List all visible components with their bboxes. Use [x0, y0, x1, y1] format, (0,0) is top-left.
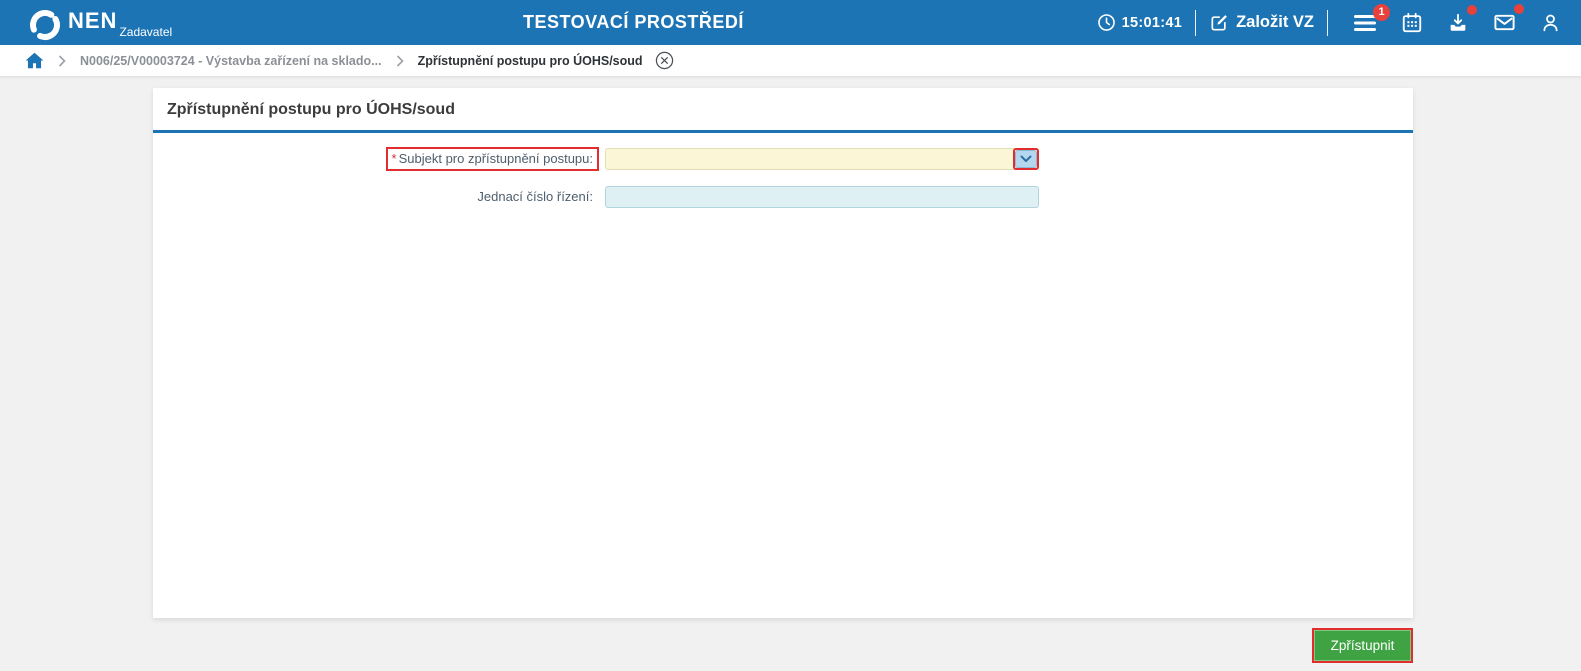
reference-number-label: Jednací číslo řízení: — [477, 189, 593, 204]
nen-logo[interactable]: NEN Zadavatel — [28, 4, 172, 42]
topbar-actions: 15:01:41 Založit VZ 1 — [1097, 0, 1581, 45]
required-asterisk: * — [391, 151, 397, 166]
divider — [1195, 9, 1197, 36]
breadcrumb-separator-icon — [58, 54, 66, 67]
subject-dropdown-button[interactable] — [1015, 150, 1037, 168]
top-bar: NEN Zadavatel TESTOVACÍ PROSTŘEDÍ 15:01:… — [0, 0, 1581, 45]
divider — [1327, 9, 1328, 36]
calendar-button[interactable] — [1401, 12, 1423, 34]
subject-field-label: Subjekt pro zpřístupnění postupu: — [398, 151, 593, 166]
brand-subtitle: Zadavatel — [119, 24, 173, 39]
edit-icon — [1211, 14, 1227, 30]
clock-display: 15:01:41 — [1097, 13, 1182, 32]
title-underline — [153, 130, 1413, 133]
downloads-notification-dot — [1467, 4, 1477, 15]
breadcrumb-item-current[interactable]: Zpřístupnění postupu pro ÚOHS/soud — [418, 54, 643, 68]
breadcrumb: N006/25/V00003724 - Výstavba zařízení na… — [0, 45, 1581, 77]
reference-number-input[interactable] — [605, 186, 1039, 208]
messages-notification-dot — [1514, 4, 1524, 14]
clock-icon — [1097, 14, 1115, 31]
page-title: Zpřístupnění postupu pro ÚOHS/soud — [167, 101, 455, 118]
person-icon — [1543, 14, 1558, 32]
close-tab-button[interactable] — [655, 51, 674, 70]
highlight-box-subject-label: * Subjekt pro zpřístupnění postupu: — [385, 147, 599, 171]
access-form: * Subjekt pro zpřístupnění postupu: Jedn… — [153, 147, 1413, 208]
close-icon — [655, 51, 673, 70]
form-row-subject: * Subjekt pro zpřístupnění postupu: — [153, 147, 1413, 171]
subject-select-input[interactable] — [605, 148, 1039, 170]
home-icon — [25, 52, 44, 69]
brand-name: NEN — [68, 7, 118, 33]
nen-logo-icon — [30, 9, 60, 40]
breadcrumb-item-procedure[interactable]: N006/25/V00003724 - Výstavba zařízení na… — [80, 54, 382, 68]
breadcrumb-separator-icon — [396, 54, 404, 67]
environment-title: TESTOVACÍ PROSTŘEDÍ — [523, 12, 744, 32]
clock-time: 15:01:41 — [1121, 14, 1183, 31]
create-vz-button[interactable]: Založit VZ — [1209, 13, 1314, 33]
download-tray-icon — [1450, 13, 1466, 31]
form-row-reference-number: Jednací číslo řízení: — [153, 186, 1413, 208]
downloads-button[interactable] — [1447, 4, 1477, 34]
calendar-icon — [1402, 12, 1422, 32]
submit-button[interactable]: Zpřístupnit — [1314, 630, 1411, 661]
messages-button[interactable] — [1493, 4, 1524, 34]
envelope-icon — [1494, 14, 1515, 31]
chevron-down-icon — [1020, 155, 1032, 162]
user-profile-button[interactable] — [1540, 12, 1561, 33]
create-vz-label: Založit VZ — [1236, 13, 1314, 31]
highlight-box-submit-button: Zpřístupnit — [1312, 628, 1413, 663]
content-card: Zpřístupnění postupu pro ÚOHS/soud * Sub… — [153, 88, 1413, 618]
menu-button[interactable]: 1 — [1353, 3, 1390, 33]
menu-notification-badge: 1 — [1373, 3, 1390, 21]
highlight-box-dropdown-button — [1013, 148, 1039, 170]
home-button[interactable] — [25, 52, 44, 69]
